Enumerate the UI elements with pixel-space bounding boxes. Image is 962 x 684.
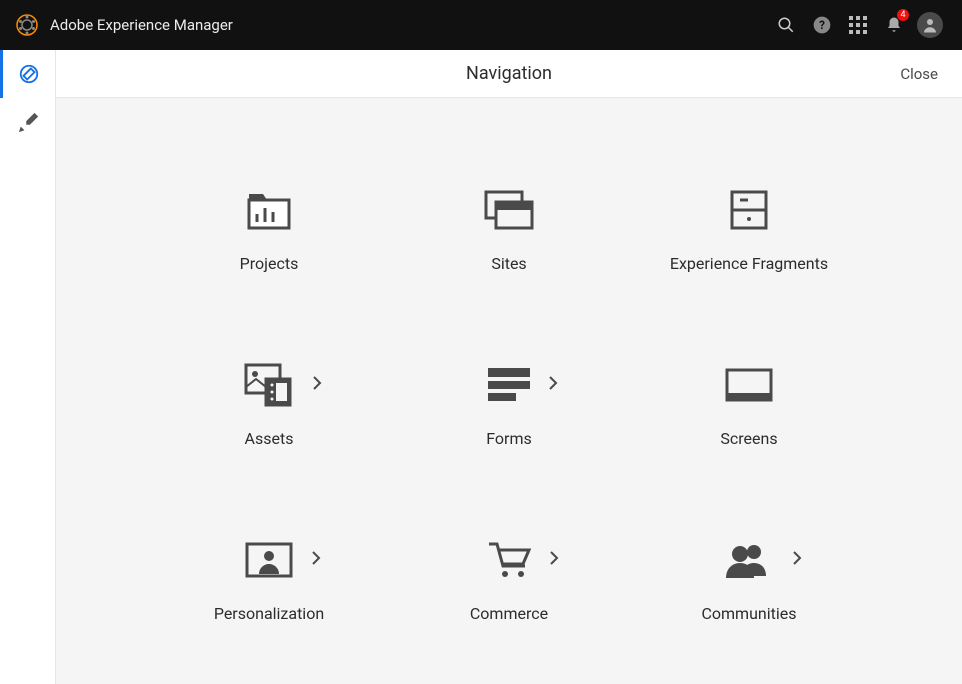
left-rail [0,50,56,684]
tile-label: Screens [720,429,777,448]
tile-personalization[interactable]: Personalization [169,538,369,623]
chevron-right-icon [311,550,321,570]
help-button[interactable]: ? [804,7,840,43]
chevron-right-icon [548,375,558,395]
rail-tools[interactable] [0,98,56,146]
app-title[interactable]: Adobe Experience Manager [50,16,233,34]
tile-label: Forms [486,429,532,448]
tile-label: Experience Fragments [670,254,828,273]
chevron-right-icon [312,375,322,395]
communities-icon [724,538,774,582]
tile-communities[interactable]: Communities [649,538,849,623]
svg-text:?: ? [819,18,825,32]
tile-screens[interactable]: Screens [649,363,849,448]
chevron-right-icon [792,550,802,570]
rail-navigation[interactable] [0,50,56,98]
tile-sites[interactable]: Sites [409,188,609,273]
experience-fragments-icon [730,188,768,232]
tile-label: Personalization [214,604,324,623]
assets-icon [244,363,294,407]
navigation-content: Projects Sites [56,98,962,684]
close-button[interactable]: Close [900,65,938,83]
commerce-icon [487,538,531,582]
notifications-button[interactable]: 4 [876,7,912,43]
tile-label: Commerce [470,604,548,623]
tile-label: Projects [240,254,299,273]
search-button[interactable] [768,7,804,43]
tile-projects[interactable]: Projects [169,188,369,273]
personalization-icon [245,538,293,582]
chevron-right-icon [549,550,559,570]
page-title: Navigation [56,63,962,84]
tile-label: Communities [701,604,796,623]
tile-label: Assets [245,429,294,448]
tile-experience-fragments[interactable]: Experience Fragments [649,188,849,273]
tile-forms[interactable]: Forms [409,363,609,448]
forms-icon [488,363,530,407]
user-avatar-button[interactable] [912,7,948,43]
tile-label: Sites [491,254,526,273]
sites-icon [484,188,534,232]
apps-grid-button[interactable] [840,7,876,43]
tile-commerce[interactable]: Commerce [409,538,609,623]
global-header: Adobe Experience Manager ? 4 [0,0,962,50]
projects-icon [247,188,291,232]
page-subheader: Navigation Close [56,50,962,98]
tile-assets[interactable]: Assets [169,363,369,448]
notification-badge: 4 [897,9,909,21]
avatar-icon [917,12,943,38]
adobe-logo-icon [14,12,40,38]
screens-icon [725,363,773,407]
